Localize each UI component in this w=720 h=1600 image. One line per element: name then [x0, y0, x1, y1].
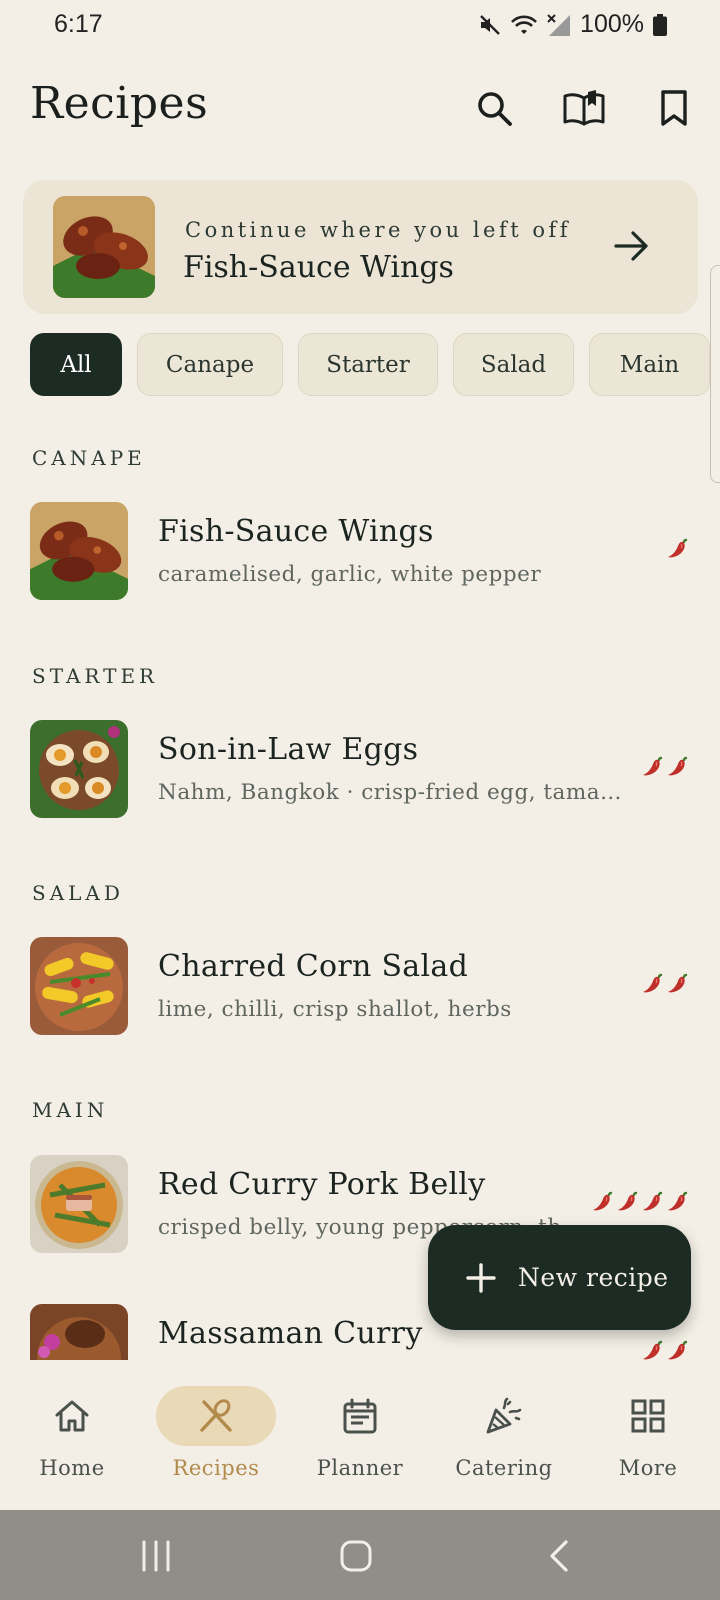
party-popper-icon — [486, 1397, 522, 1434]
recipe-subtitle: caramelised, garlic, white pepper — [158, 562, 542, 587]
scroll-indicator — [710, 265, 720, 483]
section-label-main: MAIN — [32, 1098, 109, 1122]
chip-starter[interactable]: Starter — [298, 333, 438, 396]
spice-level — [591, 1189, 690, 1213]
chip-canape[interactable]: Canape — [137, 333, 283, 396]
search-button[interactable] — [470, 84, 518, 132]
nav-label: Planner — [316, 1456, 404, 1480]
spice-level — [641, 971, 690, 995]
signal-icon — [547, 13, 571, 36]
mute-icon — [480, 14, 500, 35]
recipe-title: Fish-Sauce Wings — [158, 514, 434, 549]
recent-apps-icon[interactable] — [136, 1538, 176, 1574]
chili-icon — [593, 1191, 613, 1211]
back-icon[interactable] — [540, 1538, 580, 1574]
nav-home[interactable]: Home — [0, 1360, 144, 1510]
grid-icon — [631, 1399, 665, 1433]
massaman-thumbnail — [30, 1304, 128, 1360]
chili-icon — [618, 1191, 638, 1211]
chili-icon — [668, 538, 688, 558]
bottom-nav: Home Recipes Planner Catering More — [0, 1360, 720, 1510]
recipe-title: Massaman Curry — [158, 1316, 423, 1351]
search-icon — [478, 92, 512, 126]
list-item[interactable]: Charred Corn Salad lime, chilli, crisp s… — [0, 937, 720, 1037]
spice-level — [641, 754, 690, 778]
list-item[interactable]: Son-in-Law Eggs Nahm, Bangkok · crisp-fr… — [0, 720, 720, 820]
list-item[interactable]: Fish-Sauce Wings caramelised, garlic, wh… — [0, 502, 720, 602]
spice-level — [666, 536, 690, 560]
battery-icon — [653, 13, 667, 36]
wings-thumbnail — [53, 196, 155, 298]
chili-icon — [643, 1340, 663, 1360]
nav-planner[interactable]: Planner — [288, 1360, 432, 1510]
curry-pork-thumbnail — [30, 1155, 128, 1253]
app-header: Recipes — [0, 70, 720, 142]
chip-all[interactable]: All — [30, 333, 122, 396]
recipe-title: Son-in-Law Eggs — [158, 732, 419, 767]
arrow-right-icon — [614, 231, 648, 261]
new-recipe-button[interactable]: New recipe — [428, 1225, 691, 1330]
chili-icon — [643, 756, 663, 776]
calendar-icon — [343, 1398, 377, 1434]
chili-icon — [668, 1340, 688, 1360]
nav-label: Home — [39, 1456, 105, 1480]
spice-level — [641, 1338, 690, 1360]
system-nav-bar — [0, 1510, 720, 1600]
corn-salad-thumbnail — [30, 937, 128, 1035]
recipe-title: Red Curry Pork Belly — [158, 1167, 486, 1202]
page-title: Recipes — [30, 78, 209, 129]
chili-icon — [643, 973, 663, 993]
section-label-canape: CANAPE — [32, 446, 146, 470]
bookmarks-button[interactable] — [650, 84, 698, 132]
nav-label: Catering — [455, 1456, 553, 1480]
bookmark-icon — [661, 90, 687, 126]
plus-icon — [466, 1262, 496, 1293]
continue-card[interactable]: Continue where you left off Fish-Sauce W… — [23, 180, 698, 314]
chili-icon — [643, 1191, 663, 1211]
recipe-subtitle: Nahm, Bangkok · crisp-fried egg, tama… — [158, 780, 623, 805]
category-chips: All Canape Starter Salad Main — [30, 333, 720, 397]
utensils-icon — [200, 1399, 232, 1432]
chip-main[interactable]: Main — [589, 333, 710, 396]
section-label-starter: STARTER — [32, 664, 159, 688]
wings-thumbnail — [30, 502, 128, 600]
cookbook-button[interactable] — [560, 84, 608, 132]
status-bar: 6:17 100% — [0, 0, 720, 50]
eggs-thumbnail — [30, 720, 128, 818]
chip-salad[interactable]: Salad — [453, 333, 574, 396]
nav-label: Recipes — [172, 1456, 260, 1480]
chili-icon — [668, 756, 688, 776]
nav-label: More — [618, 1456, 678, 1480]
nav-catering[interactable]: Catering — [432, 1360, 576, 1510]
home-icon — [55, 1400, 89, 1432]
battery-percent: 100% — [580, 10, 644, 38]
recipe-title: Charred Corn Salad — [158, 949, 469, 984]
nav-recipes[interactable]: Recipes — [144, 1360, 288, 1510]
recipe-subtitle: lime, chilli, crisp shallot, herbs — [158, 997, 512, 1022]
section-label-salad: SALAD — [32, 881, 124, 905]
chili-icon — [668, 973, 688, 993]
open-book-icon — [563, 90, 605, 126]
status-time: 6:17 — [54, 10, 103, 38]
new-recipe-label: New recipe — [518, 1263, 669, 1292]
home-system-icon[interactable] — [336, 1538, 376, 1574]
continue-title: Fish-Sauce Wings — [183, 250, 454, 285]
continue-kicker: Continue where you left off — [185, 218, 572, 242]
chili-icon — [668, 1191, 688, 1211]
nav-more[interactable]: More — [576, 1360, 720, 1510]
wifi-icon — [511, 15, 537, 34]
